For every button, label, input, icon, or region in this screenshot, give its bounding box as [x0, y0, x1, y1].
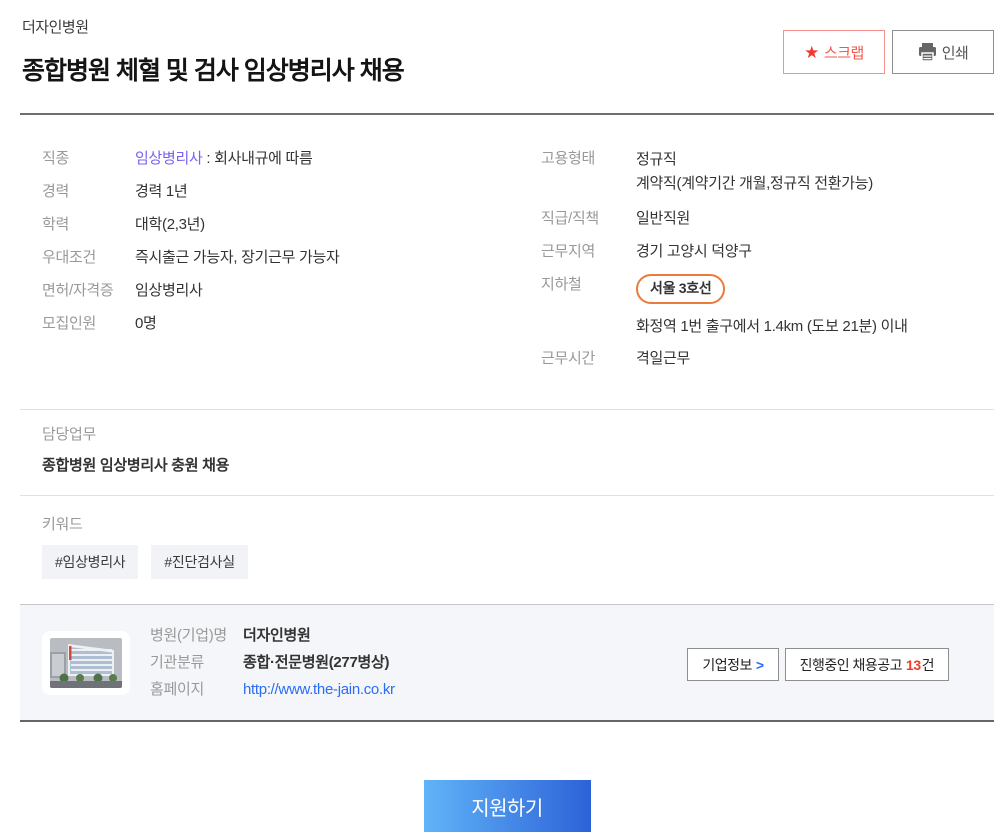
company-homepage-row: 홈페이지 http://www.the-jain.co.kr	[150, 676, 395, 703]
hospital-building-image	[50, 638, 122, 688]
info-value: 대학(2,3년)	[135, 214, 205, 235]
header: 더자인병원 종합병원 체혈 및 검사 임상병리사 채용 ★ 스크랩 인쇄	[20, 0, 994, 113]
keyword-tag-list: #임상병리사 #진단검사실	[42, 545, 994, 579]
job-info-left-column: 직종 임상병리사 : 회사내규에 따름 경력 경력 1년 학력 대학(2,3년)…	[42, 148, 518, 381]
jobtype-link[interactable]: 임상병리사	[135, 150, 203, 167]
star-icon: ★	[804, 44, 819, 61]
subway-detail: 화정역 1번 출구에서 1.4km (도보 21분) 이내	[636, 316, 908, 337]
company-thumbnail	[42, 631, 130, 695]
info-label: 근무시간	[541, 348, 636, 369]
info-label: 근무지역	[541, 241, 636, 262]
employment-line1: 정규직	[636, 151, 677, 168]
info-label: 학력	[42, 214, 135, 235]
info-value: 정규직 계약직(계약기간 개월,정규직 전환가능)	[636, 148, 873, 196]
info-value: 경력 1년	[135, 181, 187, 202]
info-row-employment: 고용형태 정규직 계약직(계약기간 개월,정규직 전환가능)	[541, 148, 994, 196]
company-info-button-label: 기업정보	[702, 655, 752, 675]
info-row-preference: 우대조건 즉시출근 가능자, 장기근무 가능자	[42, 247, 518, 268]
company-detail-rows: 병원(기업)명 더자인병원 기관분류 종합·전문병원(277병상) 홈페이지 h…	[150, 622, 395, 703]
keywords-section: 키워드 #임상병리사 #진단검사실	[20, 496, 994, 604]
info-row-license: 면허/자격증 임상병리사	[42, 280, 518, 301]
print-button-label: 인쇄	[942, 42, 969, 63]
info-label: 우대조건	[42, 247, 135, 268]
info-row-education: 학력 대학(2,3년)	[42, 214, 518, 235]
info-label: 직급/직책	[541, 208, 636, 229]
company-type-row: 기관분류 종합·전문병원(277병상)	[150, 649, 395, 676]
subway-line-badge: 서울 3호선	[636, 274, 725, 304]
info-value: 경기 고양시 덕양구	[636, 241, 752, 262]
info-value: 임상병리사 : 회사내규에 따름	[135, 148, 313, 169]
company-homepage-label: 홈페이지	[150, 676, 243, 703]
company-homepage-link[interactable]: http://www.the-jain.co.kr	[243, 676, 395, 703]
info-label: 직종	[42, 148, 135, 169]
company-type-label: 기관분류	[150, 649, 243, 676]
info-label: 모집인원	[42, 313, 135, 334]
job-info-right-column: 고용형태 정규직 계약직(계약기간 개월,정규직 전환가능) 직급/직책 일반직…	[518, 148, 994, 381]
info-value: 일반직원	[636, 208, 690, 229]
info-row-subway: 지하철 서울 3호선 화정역 1번 출구에서 1.4km (도보 21분) 이내	[541, 274, 994, 337]
scrap-button[interactable]: ★ 스크랩	[783, 30, 885, 74]
info-value: 즉시출근 가능자, 장기근무 가능자	[135, 247, 339, 268]
company-band-buttons: 기업정보 > 진행중인 채용공고 13 건	[687, 648, 949, 681]
keyword-tag[interactable]: #진단검사실	[151, 545, 247, 579]
jobtype-rest: : 회사내규에 따름	[203, 150, 313, 167]
scrap-button-label: 스크랩	[824, 42, 864, 63]
active-jobs-button-label: 진행중인 채용공고	[800, 655, 902, 675]
info-value: 임상병리사	[135, 280, 203, 301]
info-row-career: 경력 경력 1년	[42, 181, 518, 202]
info-row-region: 근무지역 경기 고양시 덕양구	[541, 241, 994, 262]
info-label: 고용형태	[541, 148, 636, 196]
info-value: 서울 3호선 화정역 1번 출구에서 1.4km (도보 21분) 이내	[636, 274, 908, 337]
company-name-value: 더자인병원	[243, 622, 311, 649]
duty-section: 담당업무 종합병원 임상병리사 충원 채용	[20, 410, 994, 495]
active-jobs-count: 13	[906, 657, 921, 673]
info-value: 격일근무	[636, 348, 690, 369]
info-label: 경력	[42, 181, 135, 202]
company-type-value: 종합·전문병원(277병상)	[243, 649, 389, 676]
apply-button[interactable]: 지원하기	[424, 780, 591, 832]
print-button[interactable]: 인쇄	[892, 30, 994, 74]
info-row-jobtype: 직종 임상병리사 : 회사내규에 따름	[42, 148, 518, 169]
info-row-hours: 근무시간 격일근무	[541, 348, 994, 369]
active-jobs-button[interactable]: 진행중인 채용공고 13 건	[785, 648, 949, 681]
company-info-band: 병원(기업)명 더자인병원 기관분류 종합·전문병원(277병상) 홈페이지 h…	[20, 604, 994, 722]
employment-line2: 계약직(계약기간 개월,정규직 전환가능)	[636, 175, 873, 192]
apply-area: 지원하기	[20, 722, 994, 832]
keyword-tag[interactable]: #임상병리사	[42, 545, 138, 579]
company-name-row: 병원(기업)명 더자인병원	[150, 622, 395, 649]
printer-icon	[918, 43, 937, 61]
active-jobs-suffix: 건	[922, 655, 934, 675]
keywords-label: 키워드	[42, 513, 994, 534]
company-info-button[interactable]: 기업정보 >	[687, 648, 778, 681]
company-name-label: 병원(기업)명	[150, 622, 243, 649]
header-actions: ★ 스크랩 인쇄	[783, 30, 994, 74]
chevron-right-icon: >	[756, 657, 764, 673]
info-row-headcount: 모집인원 0명	[42, 313, 518, 334]
info-label: 지하철	[541, 274, 636, 337]
job-info-section: 직종 임상병리사 : 회사내규에 따름 경력 경력 1년 학력 대학(2,3년)…	[20, 115, 994, 409]
duty-value: 종합병원 임상병리사 충원 채용	[42, 454, 994, 475]
info-value: 0명	[135, 313, 157, 334]
duty-label: 담당업무	[42, 423, 994, 444]
info-label: 면허/자격증	[42, 280, 135, 301]
info-row-position: 직급/직책 일반직원	[541, 208, 994, 229]
